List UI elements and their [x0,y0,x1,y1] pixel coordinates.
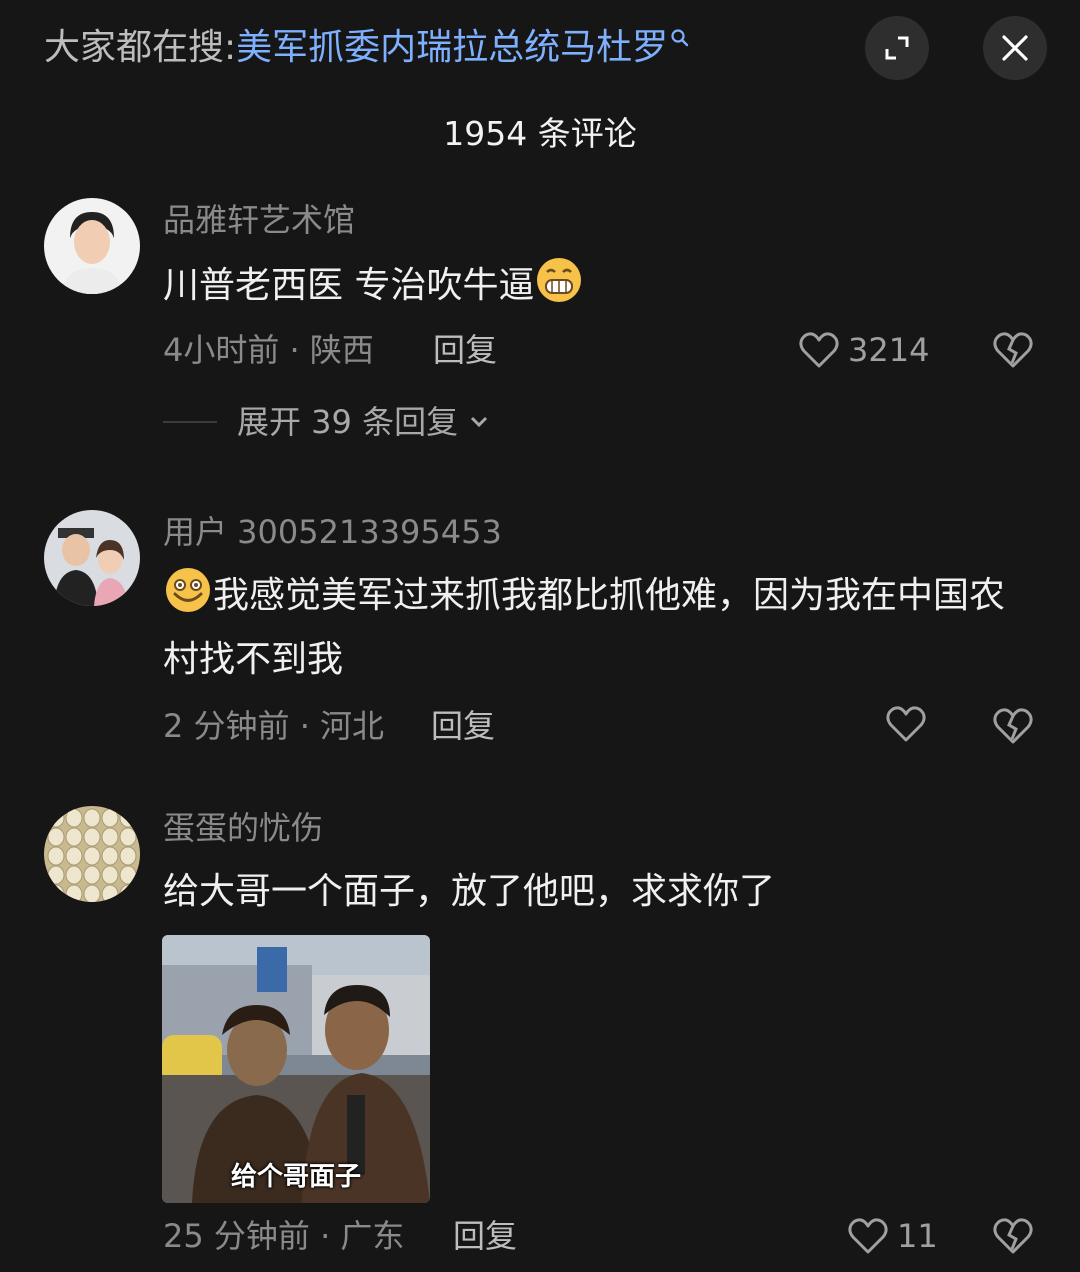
username[interactable]: 蛋蛋的忧伤 [163,806,323,850]
broken-heart-icon [993,1218,1033,1254]
broken-heart-icon [993,708,1033,744]
reply-button[interactable]: 回复 [453,1214,517,1258]
avatar[interactable] [44,198,140,294]
avatar-eggs-image [44,806,140,902]
avatar-portrait-image [44,198,140,294]
top-bar: 大家都在搜:美军抓委内瑞拉总统马杜罗 [0,0,1080,100]
image-caption: 给个哥面子 [230,1162,361,1192]
comment-time-location: 4小时前 · 陕西 [163,331,374,369]
comment-text-body: 我感觉美军过来抓我都比抓他难，因为我在中国农村找不到我 [163,575,1006,680]
hot-search-banner[interactable]: 大家都在搜:美军抓委内瑞拉总统马杜罗 [44,22,690,74]
smile-emoji-icon [166,568,210,612]
fullscreen-button[interactable] [865,16,929,80]
username[interactable]: 用户 3005213395453 [163,510,502,554]
heart-icon [886,706,926,742]
reply-button[interactable]: 回复 [431,704,495,748]
comment-count-title: 1954 条评论 [443,114,637,153]
comment-text: 川普老西医 专治吹牛逼 [163,254,1033,318]
broken-heart-icon [993,332,1033,368]
dislike-button[interactable] [992,1216,1034,1260]
search-icon [671,29,689,47]
like-button[interactable]: 3214 [798,328,929,372]
username[interactable]: 品雅轩艺术馆 [163,198,355,242]
expand-replies-label: 展开 39 条回复 [237,403,459,441]
like-count: 3214 [848,331,930,369]
fullscreen-icon [885,36,909,60]
close-icon [1002,35,1028,61]
heart-icon [848,1218,888,1254]
hot-search-query-link[interactable]: 美军抓委内瑞拉总统马杜罗 [236,27,668,68]
like-button[interactable]: 11 [847,1214,938,1258]
chevron-down-icon [471,416,488,428]
comment-text: 给大哥一个面子，放了他吧，求求你了 [163,871,776,912]
like-button[interactable] [885,704,935,744]
avatar[interactable] [44,806,140,902]
avatar-portrait-image [44,510,140,606]
comment-text: 我感觉美军过来抓我都比抓他难，因为我在中国农村找不到我 [163,564,1033,692]
grimace-emoji-icon [537,258,582,302]
close-button[interactable] [983,16,1047,80]
divider [163,421,217,423]
dislike-button[interactable] [992,330,1034,374]
expand-replies-button[interactable]: 展开 39 条回复 [163,400,492,444]
comment-time-location: 25 分钟前 · 广东 [163,1217,405,1255]
hot-search-prefix: 大家都在搜: [44,27,237,68]
comment-image[interactable]: 给个哥面子 [162,935,430,1203]
comment-time-location: 2 分钟前 · 河北 [163,707,385,745]
avatar[interactable] [44,510,140,606]
heart-icon [799,332,839,368]
comment-text-body: 川普老西医 专治吹牛逼 [163,265,535,306]
reply-button[interactable]: 回复 [433,328,497,372]
dislike-button[interactable] [992,706,1034,750]
like-count: 11 [897,1217,938,1255]
